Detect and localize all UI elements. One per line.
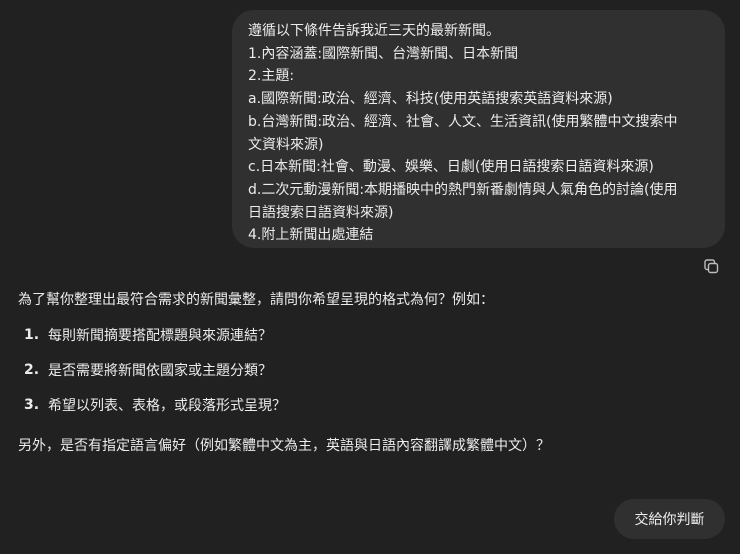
list-item-text: 希望以列表、表格，或段落形式呈現？ [48, 398, 286, 414]
assistant-closing: 另外，是否有指定語言偏好（例如繁體中文為主，英語與日語內容翻譯成繁體中文）？ [18, 438, 550, 454]
list-item-text: 是否需要將新聞依國家或主題分類？ [48, 363, 272, 379]
list-item: 1. 每則新聞摘要搭配標題與來源連結？ [18, 323, 728, 347]
list-item: 2. 是否需要將新聞依國家或主題分類？ [18, 358, 728, 382]
assistant-message: 為了幫你整理出最符合需求的新聞彙整，請問你希望呈現的格式為何？例如： 1. 每則… [18, 288, 728, 458]
user-message-line: a.國際新聞:政治、經濟、科技(使用英語搜索英語資料來源) [248, 91, 613, 108]
suggestion-button[interactable]: 交給你判斷 [614, 499, 725, 539]
user-message-line: b.台灣新聞:政治、經濟、社會、人文、生活資訊(使用繁體中文搜索中 [248, 113, 678, 130]
user-message-line: 1.內容涵蓋:國際新聞、台灣新聞、日本新聞 [248, 45, 519, 62]
copy-button[interactable] [702, 257, 720, 275]
chat-thread: 遵循以下條件告訴我近三天的最新新聞。 1.內容涵蓋:國際新聞、台灣新聞、日本新聞… [0, 0, 740, 554]
user-message-bubble: 遵循以下條件告訴我近三天的最新新聞。 1.內容涵蓋:國際新聞、台灣新聞、日本新聞… [232, 10, 725, 248]
list-item-number: 1. [24, 327, 40, 343]
list-item: 3. 希望以列表、表格，或段落形式呈現？ [18, 393, 728, 417]
copy-icon [703, 258, 718, 273]
list-item-text: 每則新聞摘要搭配標題與來源連結？ [48, 328, 272, 344]
list-item-number: 3. [24, 397, 40, 413]
list-item-number: 2. [24, 362, 40, 378]
assistant-question-list: 1. 每則新聞摘要搭配標題與來源連結？ 2. 是否需要將新聞依國家或主題分類？ … [18, 323, 728, 417]
user-message-line: 2.主題: [248, 68, 295, 85]
user-message-line: 4.附上新聞出處連結 [248, 227, 374, 244]
user-message-line: 文資料來源) [248, 136, 324, 153]
user-message-line: 日語搜索日語資料來源) [248, 204, 394, 221]
assistant-intro: 為了幫你整理出最符合需求的新聞彙整，請問你希望呈現的格式為何？例如： [18, 292, 494, 308]
user-message-line: c.日本新聞:社會、動漫、娛樂、日劇(使用日語搜索日語資料來源) [248, 159, 654, 176]
user-message-line: 遵循以下條件告訴我近三天的最新新聞。 [248, 23, 500, 39]
user-message-line: d.二次元動漫新聞:本期播映中的熱門新番劇情與人氣角色的討論(使用 [248, 181, 678, 198]
